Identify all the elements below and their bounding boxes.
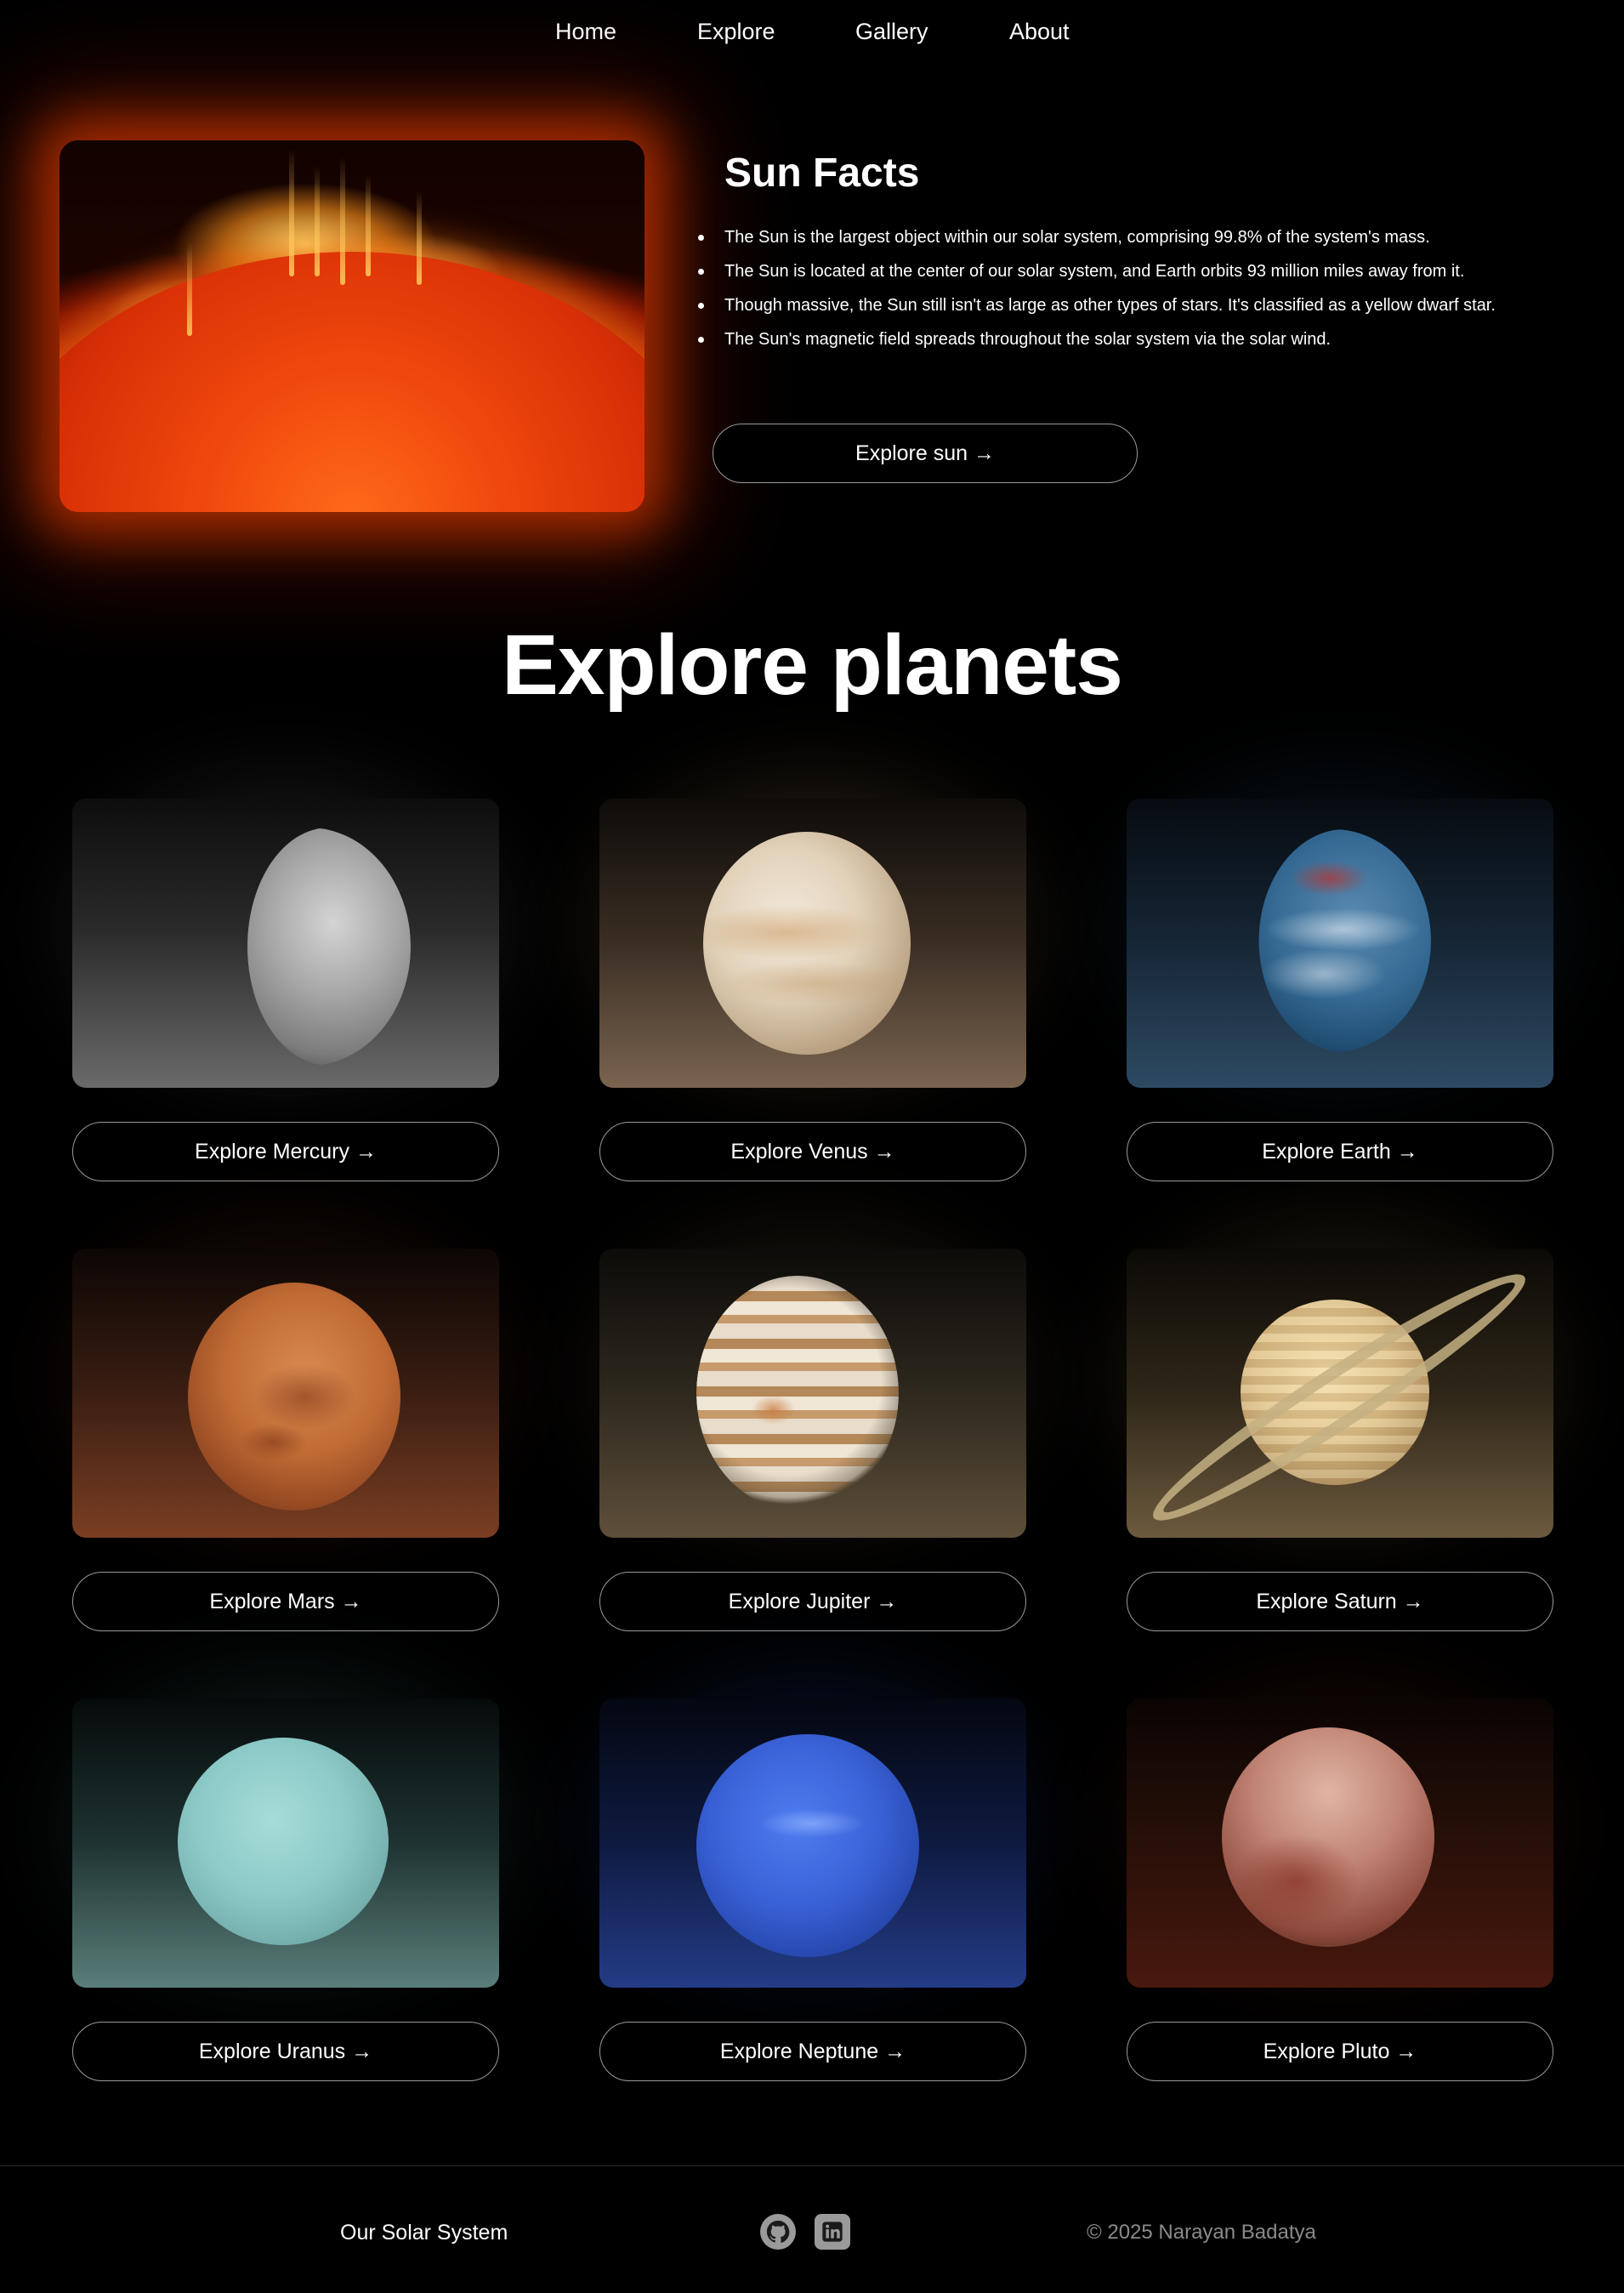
saturn-rings <box>1137 1252 1542 1538</box>
sun-image <box>60 140 644 512</box>
sun-surface <box>60 252 644 512</box>
uranus-image <box>72 1698 499 1988</box>
nav-gallery-link[interactable]: Gallery <box>855 19 928 45</box>
footer-brand: Our Solar System <box>340 2221 508 2245</box>
saturn-image <box>1127 1249 1553 1538</box>
jupiter-planet <box>696 1276 899 1511</box>
linkedin-icon[interactable] <box>815 2214 850 2250</box>
explore-neptune-button[interactable]: Explore Neptune → <box>599 2022 1026 2081</box>
planet-card-neptune: Explore Neptune → <box>540 1630 1086 2081</box>
explore-jupiter-button[interactable]: Explore Jupiter → <box>599 1572 1026 1631</box>
sun-prominence <box>417 191 422 285</box>
sun-fact-item: The Sun's magnetic field spreads through… <box>698 322 1558 356</box>
explore-mercury-button[interactable]: Explore Mercury → <box>72 1122 499 1181</box>
sun-prominence <box>315 166 320 276</box>
footer-copyright: © 2025 Narayan Badatya <box>1087 2221 1316 2244</box>
neptune-image <box>599 1698 1026 1988</box>
venus-planet <box>703 832 911 1055</box>
planet-card-pluto: Explore Pluto → <box>1067 1630 1613 2081</box>
explore-pluto-button[interactable]: Explore Pluto → <box>1127 2022 1553 2081</box>
sun-prominence <box>289 149 294 276</box>
github-glyph <box>766 2220 790 2243</box>
mercury-image <box>72 799 499 1088</box>
uranus-planet <box>178 1738 389 1945</box>
explore-planets-title: Explore planets <box>502 617 1123 713</box>
top-nav: Home Explore Gallery About <box>0 0 1624 66</box>
planet-card-mercury: Explore Mercury → <box>13 731 559 1181</box>
sun-prominence <box>187 242 192 336</box>
explore-earth-button[interactable]: Explore Earth → <box>1127 1122 1553 1181</box>
pluto-image <box>1127 1698 1553 1988</box>
sun-facts-title: Sun Facts <box>724 151 920 196</box>
planet-card-jupiter: Explore Jupiter → <box>540 1181 1086 1631</box>
footer: Our Solar System © 2025 Narayan Badatya <box>0 2165 1624 2293</box>
sun-fact-item: Though massive, the Sun still isn't as l… <box>698 288 1558 322</box>
earth-image <box>1127 799 1553 1088</box>
planet-card-earth: Explore Earth → <box>1067 731 1613 1181</box>
venus-image <box>599 799 1026 1088</box>
mars-image <box>72 1249 499 1538</box>
planet-card-saturn: Explore Saturn → <box>1067 1181 1613 1631</box>
mercury-planet <box>247 828 411 1066</box>
earth-planet <box>1258 829 1431 1052</box>
planet-card-uranus: Explore Uranus → <box>13 1630 559 2081</box>
jupiter-image <box>599 1249 1026 1538</box>
nav-about-link[interactable]: About <box>1009 19 1070 45</box>
sun-fact-item: The Sun is the largest object within our… <box>698 220 1558 254</box>
pluto-planet <box>1222 1727 1434 1947</box>
sun-facts-list: The Sun is the largest object within our… <box>698 220 1558 356</box>
sun-fact-item: The Sun is located at the center of our … <box>698 254 1558 288</box>
linkedin-glyph <box>822 2222 843 2242</box>
neptune-planet <box>696 1734 919 1957</box>
sun-prominence <box>366 174 371 276</box>
explore-mars-button[interactable]: Explore Mars → <box>72 1572 499 1631</box>
github-icon[interactable] <box>760 2214 796 2250</box>
sun-prominence <box>340 157 345 285</box>
nav-explore-link[interactable]: Explore <box>697 19 775 45</box>
planet-card-venus: Explore Venus → <box>540 731 1086 1181</box>
sun-facts-panel: Sun Facts The Sun is the largest object … <box>698 150 1558 356</box>
mars-planet <box>188 1283 400 1511</box>
explore-venus-button[interactable]: Explore Venus → <box>599 1122 1026 1181</box>
nav-home-link[interactable]: Home <box>555 19 616 45</box>
planet-card-mars: Explore Mars → <box>13 1181 559 1631</box>
explore-uranus-button[interactable]: Explore Uranus → <box>72 2022 499 2081</box>
explore-sun-button[interactable]: Explore sun → <box>713 424 1138 483</box>
explore-saturn-button[interactable]: Explore Saturn → <box>1127 1572 1553 1631</box>
